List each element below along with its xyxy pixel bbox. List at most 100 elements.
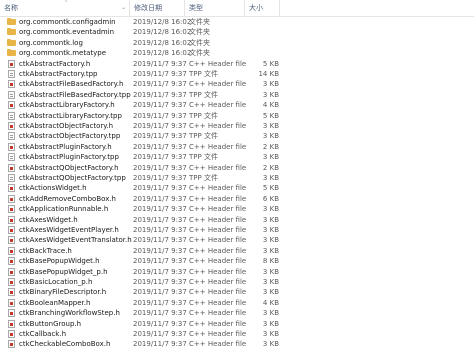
file-row[interactable]: ctkBranchingWorkflowStep.h 2019/11/7 9:37… (0, 308, 474, 318)
file-row[interactable]: ctkAxesWidgetEventPlayer.h 2019/11/7 9:37… (0, 225, 474, 235)
tpp-file-icon (8, 70, 15, 78)
file-type: C++ Header file (189, 278, 247, 286)
file-name: ctkAbstractFileBasedFactory.h (19, 80, 124, 89)
file-name: ctkAbstractPluginFactory.tpp (19, 153, 119, 162)
file-row[interactable]: ctkBasicLocation_p.h 2019/11/7 9:37 C++ He… (0, 277, 474, 287)
header-file-icon (8, 309, 15, 318)
file-row[interactable]: ctkAbstractLibraryFactory.h 2019/11/7 9:3… (0, 100, 474, 110)
file-row[interactable]: ctkCallback.h 2019/11/7 9:37 C++ Header fi… (0, 329, 474, 339)
file-type: C++ Header file (189, 122, 247, 130)
column-header-type[interactable]: 类型 (185, 0, 245, 16)
file-row[interactable]: ctkAbstractFileBasedFactory.h 2019/11/7 9… (0, 79, 474, 89)
file-name: org.commontk.configadmin (19, 18, 116, 26)
column-header-bar: ⌃ 名称 ⌄ 修改日期 类型 大小 (0, 0, 474, 17)
header-file-icon (8, 288, 15, 297)
file-name: ctkAbstractLibraryFactory.tpp (19, 111, 122, 120)
file-row[interactable]: ctkAbstractQObjectFactory.h 2019/11/7 9:3… (0, 163, 474, 173)
folder-icon (7, 38, 16, 46)
file-type: 文件夹 (189, 28, 210, 37)
file-row[interactable]: ctkButtonGroup.h 2019/11/7 9:37 C++ Header… (0, 319, 474, 329)
file-name: ctkAxesWidget.h (19, 215, 78, 224)
file-row[interactable]: org.commontk.metatype 2019/12/8 16:02 文件夹 (0, 48, 474, 58)
file-type: TPP 文件 (189, 153, 218, 162)
file-row[interactable]: ctkAxesWidgetEventTranslator.h 2019/11/7 … (0, 235, 474, 245)
file-name: ctkBinaryFileDescriptor.h (19, 288, 107, 297)
file-type: TPP 文件 (189, 90, 218, 99)
file-row[interactable]: ctkAbstractPluginFactory.h 2019/11/7 9:37… (0, 142, 474, 152)
column-header-name[interactable]: 名称 ⌄ (0, 0, 130, 16)
file-date: 2019/11/7 9:37 (133, 101, 187, 110)
file-date: 2019/11/7 9:37 (133, 267, 187, 276)
file-row[interactable]: ctkCheckableComboBox.h 2019/11/7 9:37 C++ … (0, 339, 474, 349)
file-name: ctkBooleanMapper.h (19, 298, 91, 307)
file-size: 3 KB (262, 132, 279, 141)
file-row[interactable]: ctkAddRemoveComboBox.h 2019/11/7 9:37 C++ … (0, 194, 474, 204)
file-type: C++ Header file (189, 288, 247, 297)
file-size: 4 KB (262, 101, 279, 110)
file-size: 5 KB (262, 111, 279, 120)
file-name: ctkAbstractFileBasedFactory.tpp (19, 90, 131, 99)
column-header-size[interactable]: 大小 (245, 0, 280, 16)
file-date: 2019/11/7 9:37 (133, 163, 187, 172)
file-row[interactable]: ctkBasePopupWidget.h 2019/11/7 9:37 C++ He… (0, 256, 474, 266)
column-header-type-label: 类型 (189, 4, 203, 12)
file-size: 3 KB (262, 174, 279, 182)
file-type: TPP 文件 (189, 70, 218, 78)
file-type: TPP 文件 (189, 111, 218, 120)
column-header-date[interactable]: 修改日期 (130, 0, 185, 16)
file-name: org.commontk.log (19, 38, 83, 47)
file-row[interactable]: ctkAbstractPluginFactory.tpp 2019/11/7 9:… (0, 152, 474, 162)
header-file-icon (8, 163, 15, 172)
file-row[interactable]: ctkBinaryFileDescriptor.h 2019/11/7 9:37 C… (0, 287, 474, 297)
tpp-file-icon (8, 132, 15, 141)
file-date: 2019/11/7 9:37 (133, 132, 187, 141)
header-file-icon (8, 278, 15, 286)
header-file-icon (8, 80, 15, 89)
file-type: 文件夹 (189, 18, 210, 26)
file-date: 2019/11/7 9:37 (133, 205, 187, 214)
file-size: 2 KB (262, 163, 279, 172)
file-size: 3 KB (262, 330, 279, 338)
folder-icon (7, 49, 16, 57)
file-row[interactable]: ctkAbstractFactory.h 2019/11/7 9:37 C++ He… (0, 59, 474, 69)
file-date: 2019/11/7 9:37 (133, 59, 187, 68)
file-row[interactable]: ctkAbstractFactory.tpp 2019/11/7 9:37 TPP … (0, 69, 474, 79)
file-name: ctkBackTrace.h (19, 246, 72, 255)
file-date: 2019/11/7 9:37 (133, 340, 187, 349)
file-row[interactable]: ctkApplicationRunnable.h 2019/11/7 9:37 C+… (0, 204, 474, 214)
header-file-icon (8, 142, 15, 151)
file-row[interactable]: ctkAbstractObjectFactory.h 2019/11/7 9:37… (0, 121, 474, 131)
file-size: 3 KB (262, 246, 279, 255)
chevron-down-icon[interactable]: ⌄ (121, 0, 126, 16)
file-date: 2019/11/7 9:37 (133, 142, 187, 151)
file-row[interactable]: ctkAbstractQObjectFactory.tpp 2019/11/7 9… (0, 173, 474, 183)
tpp-file-icon (8, 174, 15, 182)
file-size: 14 KB (258, 70, 279, 78)
file-name: ctkAbstractObjectFactory.h (19, 122, 114, 130)
file-row[interactable]: org.commontk.log 2019/12/8 16:02 文件夹 (0, 38, 474, 48)
file-date: 2019/11/7 9:37 (133, 298, 187, 307)
file-row[interactable]: ctkBooleanMapper.h 2019/11/7 9:37 C++ Head… (0, 298, 474, 308)
file-row[interactable]: ctkAbstractFileBasedFactory.tpp 2019/11/7… (0, 90, 474, 100)
file-name: ctkAbstractFactory.tpp (19, 70, 98, 78)
tpp-file-icon (8, 111, 15, 120)
file-size: 3 KB (262, 236, 279, 245)
file-name: ctkCheckableComboBox.h (19, 340, 111, 349)
file-row[interactable]: ctkBasePopupWidget_p.h 2019/11/7 9:37 C++ … (0, 267, 474, 277)
file-row[interactable]: ctkAbstractObjectFactory.tpp 2019/11/7 9:… (0, 131, 474, 141)
file-type: C++ Header file (189, 236, 247, 245)
file-type: C++ Header file (189, 142, 247, 151)
file-type: C++ Header file (189, 215, 247, 224)
tpp-file-icon (8, 90, 15, 99)
file-row[interactable]: org.commontk.eventadmin 2019/12/8 16:02 文件… (0, 27, 474, 37)
file-row[interactable]: ctkAxesWidget.h 2019/11/7 9:37 C++ Header … (0, 215, 474, 225)
file-size: 5 KB (262, 59, 279, 68)
file-date: 2019/11/7 9:37 (133, 122, 187, 130)
file-row[interactable]: org.commontk.configadmin 2019/12/8 16:02 文… (0, 17, 474, 27)
file-type: 文件夹 (189, 49, 210, 58)
header-file-icon (8, 267, 15, 276)
file-row[interactable]: ctkBackTrace.h 2019/11/7 9:37 C++ Header f… (0, 246, 474, 256)
file-row[interactable]: ctkAbstractLibraryFactory.tpp 2019/11/7 9… (0, 111, 474, 121)
file-row[interactable]: ctkActionsWidget.h 2019/11/7 9:37 C++ Head… (0, 183, 474, 193)
file-type: C++ Header file (189, 267, 247, 276)
